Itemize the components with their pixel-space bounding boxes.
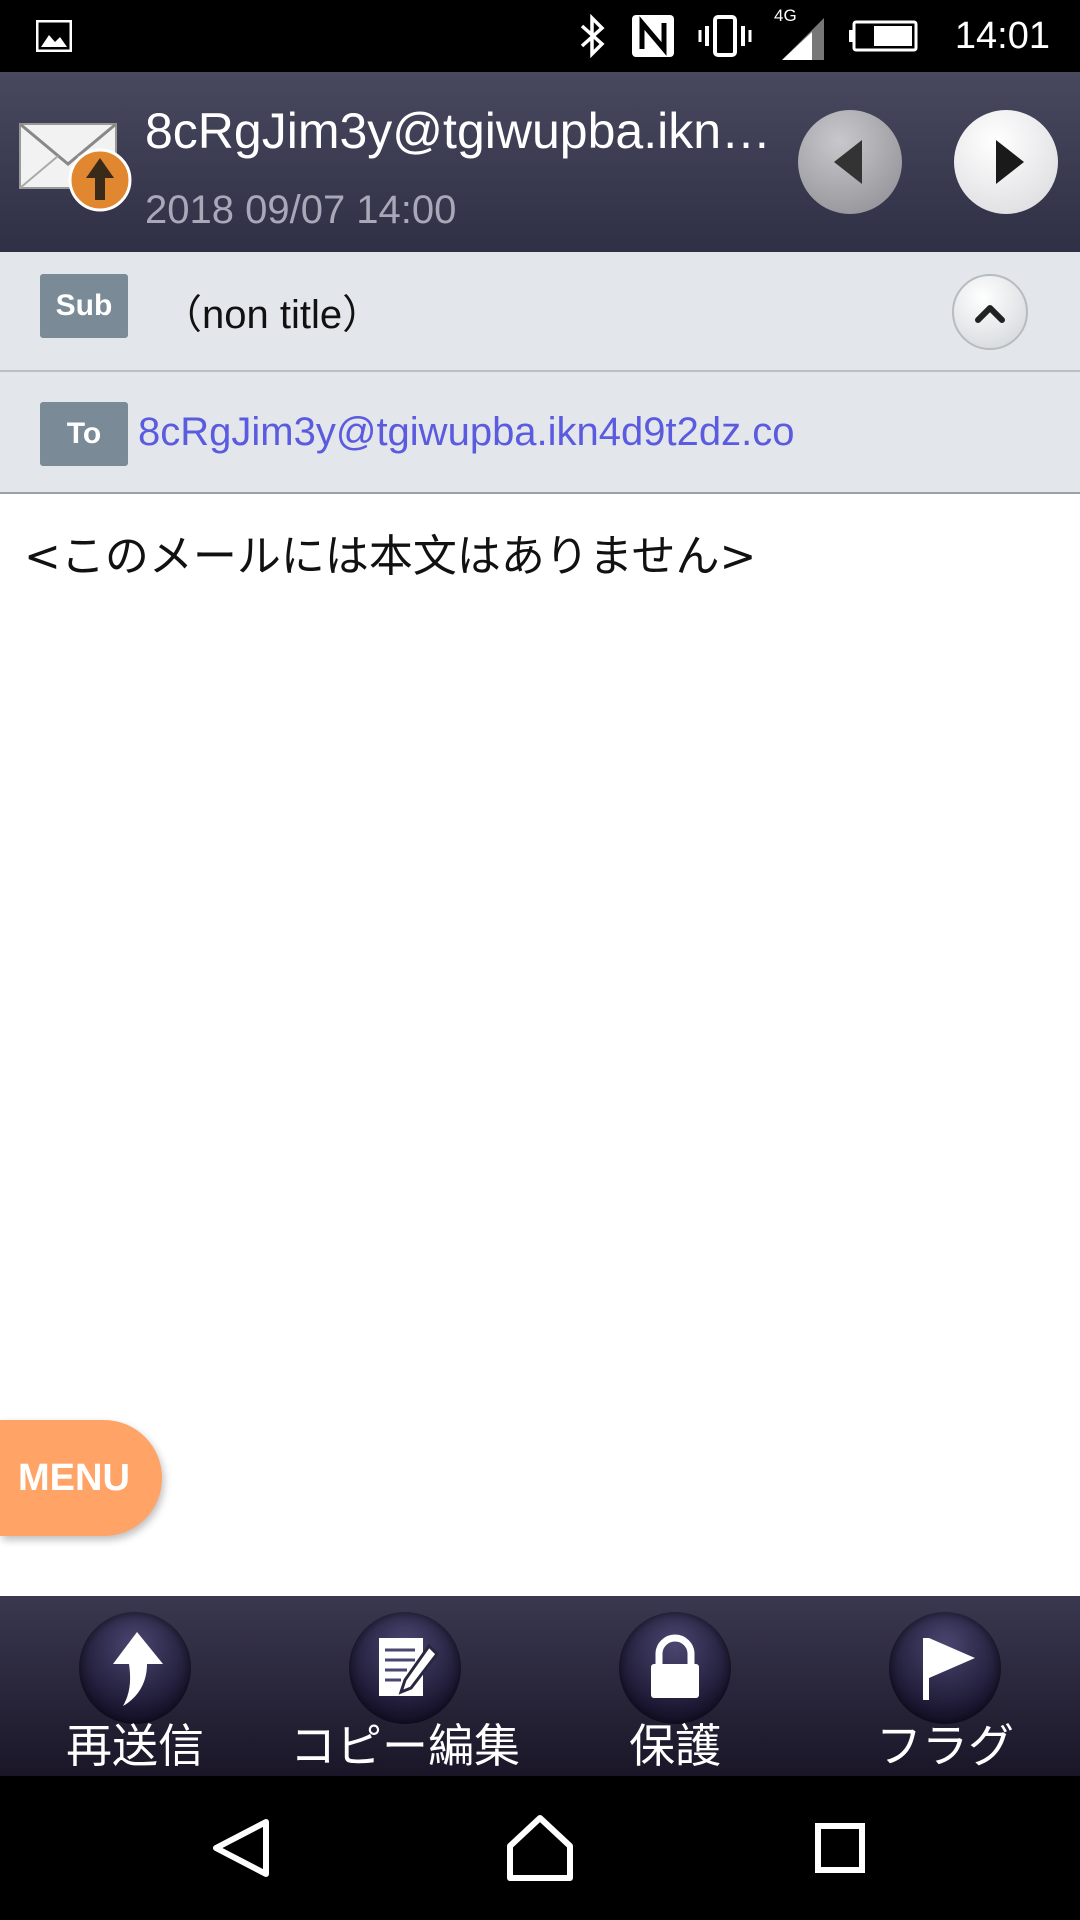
flag-label: フラグ: [876, 1719, 1014, 1773]
protect-button[interactable]: 保護: [580, 1596, 770, 1776]
previous-mail-button[interactable]: [798, 110, 902, 214]
menu-button[interactable]: MENU: [0, 1420, 162, 1536]
next-mail-button[interactable]: [954, 110, 1058, 214]
flag-icon: [923, 1638, 975, 1700]
protect-label: 保護: [629, 1719, 721, 1773]
to-address-link[interactable]: 8cRgJim3y@tgiwupba.ikn4d9t2dz.co: [138, 410, 795, 455]
copy-edit-label: コピー編集: [290, 1719, 520, 1773]
subject-row: Sub （non title）: [0, 252, 1080, 372]
recents-icon[interactable]: [800, 1776, 880, 1920]
chevron-up-icon: [975, 305, 1005, 323]
home-icon[interactable]: [500, 1776, 580, 1920]
sent-mail-icon: [19, 122, 132, 212]
bottom-toolbar: 再送信 コピー編集 保護 フラグ: [0, 1596, 1080, 1776]
collapse-button[interactable]: [952, 274, 1028, 350]
bluetooth-icon: [580, 14, 605, 58]
lock-icon: [651, 1634, 699, 1698]
resend-label: 再送信: [66, 1719, 204, 1773]
android-nav-bar: [0, 1776, 1080, 1920]
to-badge: To: [40, 402, 128, 466]
mail-date: 2018 09/07 14:00: [145, 188, 457, 232]
flag-button[interactable]: フラグ: [850, 1596, 1040, 1776]
sender-address: 8cRgJim3y@tgiwupba.ikn4d9t2dz.co: [145, 103, 775, 159]
edit-document-icon: [379, 1638, 439, 1696]
battery-icon: [849, 20, 918, 52]
to-row: To 8cRgJim3y@tgiwupba.ikn4d9t2dz.co: [0, 372, 1080, 494]
sub-badge: Sub: [40, 274, 128, 338]
next-icon: [996, 140, 1024, 184]
copy-edit-button[interactable]: コピー編集: [280, 1596, 530, 1776]
previous-icon: [834, 140, 862, 184]
mail-info: Sub （non title） To 8cRgJim3y@tgiwupba.ik…: [0, 252, 1080, 494]
gallery-icon: [36, 20, 72, 52]
resend-icon: [113, 1632, 163, 1706]
vibrate-icon: [698, 15, 752, 57]
resend-button[interactable]: 再送信: [40, 1596, 230, 1776]
mail-body: <このメールには本文はありません>: [24, 531, 757, 582]
back-icon[interactable]: [200, 1776, 280, 1920]
mail-header: 8cRgJim3y@tgiwupba.ikn4d9t2dz.co 2018 09…: [0, 72, 1080, 252]
signal-icon: 4G: [774, 6, 826, 62]
nfc-icon: [632, 15, 674, 57]
status-time: 14:01: [954, 15, 1050, 57]
status-bar: 4G 14:01: [0, 0, 1080, 72]
subject-text: （non title）: [162, 293, 383, 337]
